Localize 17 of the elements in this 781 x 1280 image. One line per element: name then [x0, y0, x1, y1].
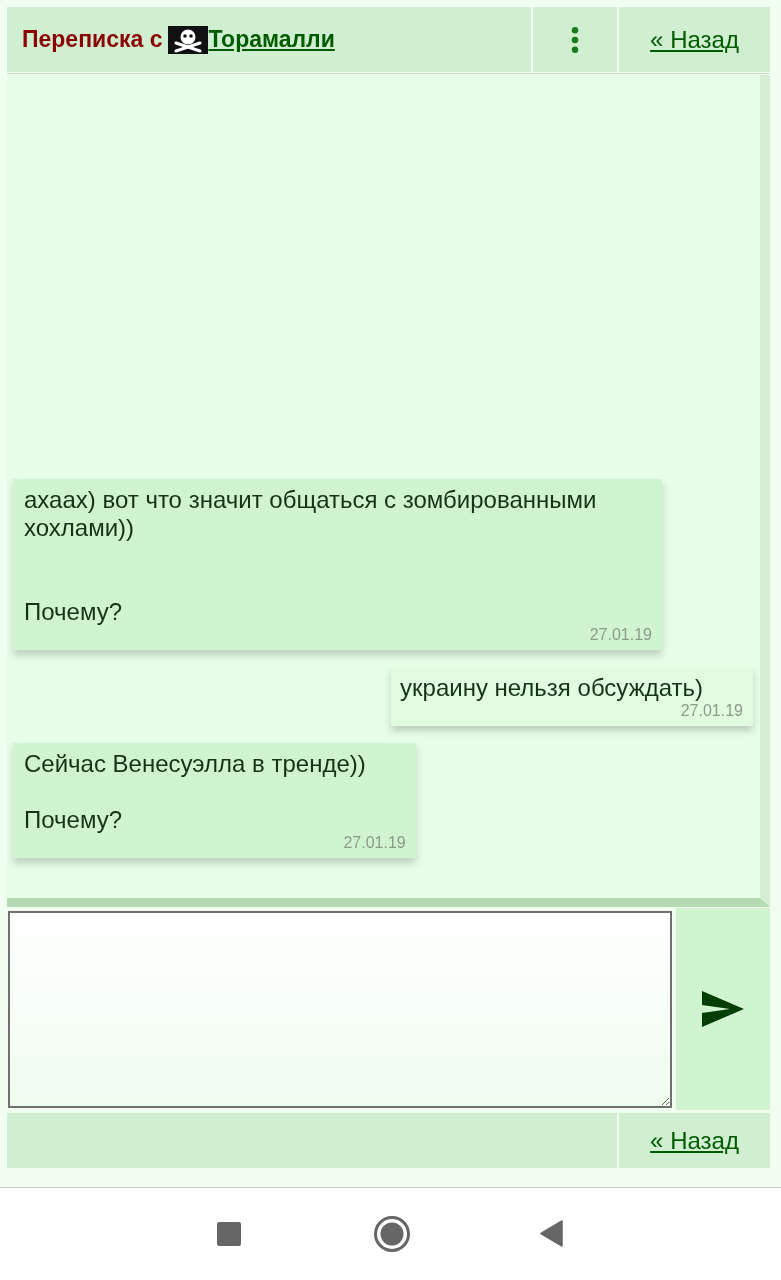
contact-link[interactable]: Торамалли — [208, 26, 335, 53]
menu-icon[interactable] — [571, 26, 579, 53]
home-icon[interactable] — [374, 1216, 410, 1252]
send-icon — [702, 991, 744, 1027]
send-button[interactable] — [676, 908, 770, 1110]
back-link[interactable]: « Назад — [650, 1126, 739, 1155]
message-text: Сейчас Венесуэлла в тренде)) Почему? — [24, 750, 366, 834]
pirate-flag-icon — [168, 25, 209, 54]
message-date: 27.01.19 — [680, 702, 743, 719]
message-text: украину нельзя обсуждать) — [400, 674, 703, 702]
back-icon[interactable] — [540, 1220, 563, 1247]
back-link[interactable]: « Назад — [650, 25, 739, 54]
message-text: ахаах) вот что значит общаться с зомбированными хохлами)) Почему? — [24, 486, 598, 626]
message-date: 27.01.19 — [589, 626, 652, 643]
message-date: 27.01.19 — [343, 834, 406, 851]
message-input-field[interactable] — [8, 911, 672, 1108]
header-title: Переписка с — [22, 26, 163, 53]
